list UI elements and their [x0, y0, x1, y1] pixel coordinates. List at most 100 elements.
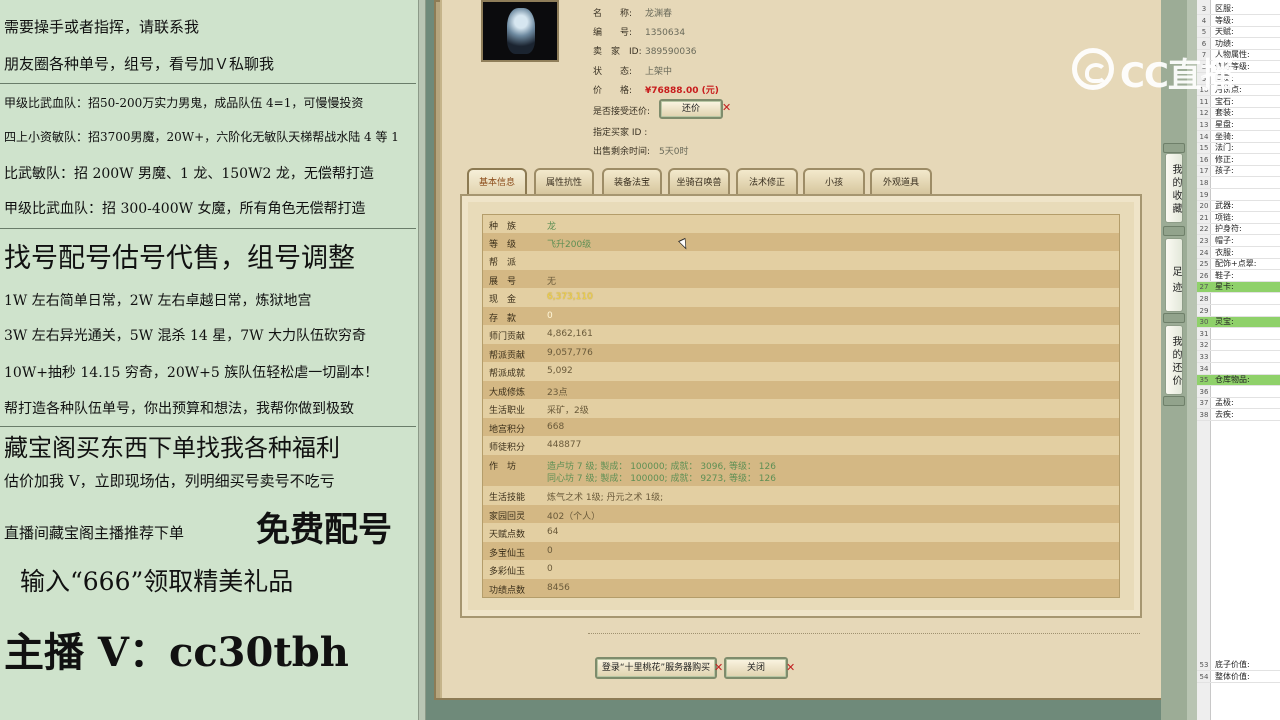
- sheet-cell[interactable]: 坐骑:: [1215, 132, 1234, 142]
- sheet-row[interactable]: 26 鞋子:: [1197, 271, 1280, 282]
- sheet-row[interactable]: 54 整体价值:: [1197, 672, 1280, 683]
- sheet-row[interactable]: 53 底子价值:: [1197, 660, 1280, 671]
- table-row: 多宝仙玉 0: [483, 542, 1119, 560]
- sheet-cell[interactable]: 法门:: [1215, 143, 1234, 153]
- sheet-cell[interactable]: 天赋:: [1215, 27, 1234, 37]
- sheet-row[interactable]: 24 衣服:: [1197, 248, 1280, 259]
- price-value: ¥76888.00 (元): [645, 86, 719, 96]
- sheet-row[interactable]: 23 帽子:: [1197, 236, 1280, 247]
- sheet-row-number: 21: [1199, 213, 1209, 222]
- sheet-row[interactable]: 20 武器:: [1197, 201, 1280, 213]
- row-label: 多彩仙玉: [489, 567, 526, 577]
- row-value: 采矿，2级: [547, 406, 589, 416]
- sheet-cell[interactable]: 去疾:: [1215, 410, 1234, 420]
- sheet-cell[interactable]: 孩子:: [1215, 166, 1234, 176]
- sheet-row[interactable]: 14 坐骑:: [1197, 132, 1280, 143]
- sheet-row[interactable]: 25 配饰+点翠:: [1197, 259, 1280, 271]
- sheet-cell[interactable]: 区服:: [1215, 4, 1234, 14]
- close-icon[interactable]: ✕: [786, 662, 795, 674]
- promo-line: 主播 V：cc30tbh: [4, 629, 349, 676]
- sheet-cell[interactable]: 武器:: [1215, 201, 1234, 211]
- sheet-row[interactable]: 17 孩子:: [1197, 166, 1280, 178]
- footprint-button[interactable]: 足迹: [1165, 238, 1183, 312]
- scrollbar[interactable]: [1187, 0, 1197, 720]
- bargain-label: 是否接受还价:: [593, 107, 651, 117]
- tab-appearance[interactable]: 外观道具: [870, 168, 932, 194]
- sheet-row[interactable]: 3 区服:: [1197, 4, 1280, 15]
- sheet-row[interactable]: 31: [1197, 329, 1280, 340]
- sheet-row[interactable]: 18: [1197, 178, 1280, 189]
- tab-attributes[interactable]: 属性抗性: [534, 168, 594, 194]
- sheet-row[interactable]: 19: [1197, 190, 1280, 201]
- bargain-button[interactable]: 还价: [659, 99, 723, 119]
- sheet-cell[interactable]: 星卡:: [1215, 282, 1234, 292]
- info-seller: 卖 家 ID: 389590036: [593, 44, 697, 57]
- sheet-row-number: 34: [1199, 364, 1209, 373]
- row-value: 飞升200级: [547, 240, 592, 250]
- table-row: 地宫积分 668: [483, 418, 1119, 436]
- tab-equipment[interactable]: 装备法宝: [602, 168, 662, 194]
- sheet-cell[interactable]: 整体价值:: [1215, 672, 1250, 682]
- sheet-row-number: 13: [1199, 121, 1209, 129]
- sheet-row-number: 18: [1199, 179, 1209, 187]
- sheet-cell[interactable]: 衣服:: [1215, 248, 1234, 258]
- tab-mounts-summons[interactable]: 坐骑召唤兽: [668, 168, 730, 194]
- close-icon[interactable]: ✕: [722, 102, 731, 114]
- close-icon[interactable]: ✕: [714, 662, 723, 674]
- sheet-row[interactable]: 13 星盘:: [1197, 120, 1280, 131]
- sheet-row-number: 24: [1199, 248, 1209, 257]
- sheet-row[interactable]: 35 仓库物品:: [1197, 375, 1280, 387]
- tab-child[interactable]: 小孩: [803, 168, 865, 194]
- sheet-row-number: 3: [1201, 5, 1207, 13]
- sheet-cell[interactable]: 宝石:: [1215, 97, 1234, 107]
- sheet-row[interactable]: 37 孟极:: [1197, 398, 1280, 410]
- promo-line: 免费配号: [256, 510, 392, 550]
- sheet-cell[interactable]: 星盘:: [1215, 120, 1234, 130]
- row-label: 生活技能: [489, 493, 526, 503]
- sheet-cell[interactable]: 护身符:: [1215, 224, 1242, 234]
- sheet-row[interactable]: 15 法门:: [1197, 143, 1280, 155]
- close-button[interactable]: 关闭: [724, 657, 788, 679]
- sheet-row-number: 27: [1199, 283, 1209, 292]
- sheet-row[interactable]: 33: [1197, 352, 1280, 363]
- sheet-row[interactable]: 11 宝石:: [1197, 97, 1280, 108]
- sheet-row[interactable]: 34: [1197, 364, 1280, 375]
- my-bargain-button[interactable]: 我的还价: [1165, 325, 1183, 395]
- sheet-row[interactable]: 27 星卡:: [1197, 282, 1280, 294]
- info-price: 价 格: ¥76888.00 (元): [593, 83, 719, 96]
- sheet-cell[interactable]: 等级:: [1215, 16, 1234, 26]
- sheet-row[interactable]: 22 护身符:: [1197, 224, 1280, 236]
- info-value: 龙渊春: [645, 9, 673, 19]
- sheet-row[interactable]: 28: [1197, 294, 1280, 305]
- sheet-row[interactable]: 32: [1197, 340, 1280, 352]
- sheet-cell[interactable]: 项链:: [1215, 213, 1234, 223]
- info-label: 名 称:: [593, 9, 633, 19]
- sheet-row[interactable]: 36: [1197, 387, 1280, 398]
- sheet-cell[interactable]: 底子价值:: [1215, 660, 1250, 670]
- sheet-row[interactable]: 29: [1197, 306, 1280, 317]
- tab-basic-info[interactable]: 基本信息: [467, 168, 527, 194]
- promo-line: 朋友圈各种单号，组号，看号加Ｖ私聊我: [4, 55, 275, 73]
- favorites-button[interactable]: 我的收藏: [1165, 153, 1183, 223]
- sheet-cell[interactable]: 仓库物品:: [1215, 375, 1250, 385]
- sheet-cell[interactable]: 配饰+点翠:: [1215, 259, 1256, 269]
- sheet-cell[interactable]: 帽子:: [1215, 236, 1234, 246]
- sheet-cell[interactable]: 修正:: [1215, 155, 1234, 165]
- sheet-cell[interactable]: 鞋子:: [1215, 271, 1234, 281]
- sheet-row[interactable]: 5 天赋:: [1197, 27, 1280, 39]
- promo-line: 3W 左右异光通关，5W 混杀 14 星，7W 大力队伍砍穷奇: [4, 328, 366, 344]
- sheet-row[interactable]: 38 去疾:: [1197, 410, 1280, 421]
- login-buy-button[interactable]: 登录“十里桃花”服务器购买: [595, 657, 717, 679]
- sheet-cell[interactable]: 孟极:: [1215, 398, 1234, 408]
- divider-line: [0, 83, 416, 84]
- sheet-row[interactable]: 21 项链:: [1197, 213, 1280, 224]
- sheet-row[interactable]: 12 套装:: [1197, 108, 1280, 120]
- tab-spell-fix[interactable]: 法术修正: [736, 168, 798, 194]
- sheet-cell[interactable]: 灵宝:: [1215, 317, 1234, 327]
- sheet-row[interactable]: 30 灵宝:: [1197, 317, 1280, 329]
- sheet-cell[interactable]: 套装:: [1215, 108, 1234, 118]
- sheet-row[interactable]: 16 修正:: [1197, 155, 1280, 166]
- watermark-text: CC直播: [1120, 56, 1235, 96]
- info-status: 状 态: 上架中: [593, 64, 672, 77]
- sheet-row[interactable]: 4 等级:: [1197, 16, 1280, 27]
